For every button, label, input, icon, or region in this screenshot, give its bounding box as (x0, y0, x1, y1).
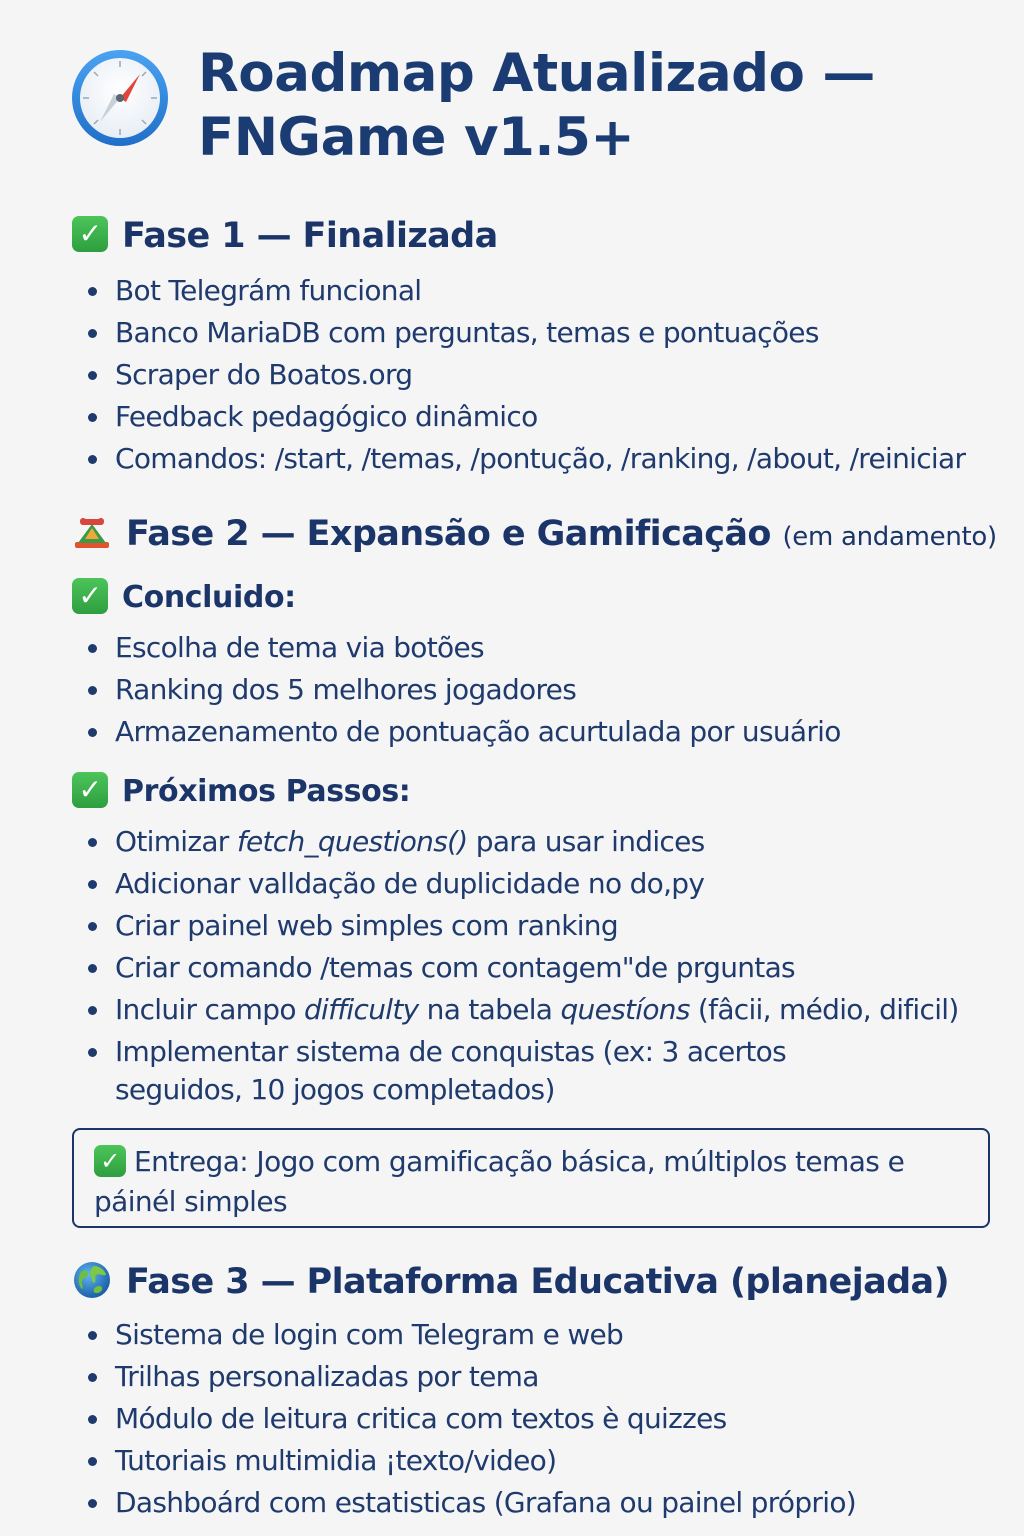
list-item: Adicionar valldação de duplicidade no do… (85, 863, 995, 905)
list-item: Comandos: /start, /temas, /pontução, /ra… (85, 438, 995, 480)
phase2-status: (em andamento) (782, 522, 997, 552)
item-text: para usar indices (467, 825, 706, 858)
roadmap-document: Roadmap Atualizado — FNGame v1.5+ ✓ Fase … (0, 0, 1024, 1536)
list-item: Criar painel web simples com ranking (85, 905, 995, 947)
compass-icon (70, 48, 170, 148)
globe-icon (72, 1260, 112, 1300)
list-item: Incluir campo difficulty na tabela quest… (85, 989, 995, 1031)
item-text: Otimizar (115, 825, 237, 858)
list-item: Criar comando /temas com contagem"de prg… (85, 947, 995, 989)
field-name: difficulty (303, 993, 419, 1026)
phase1-heading: ✓ Fase 1 — Finalizada (72, 214, 498, 258)
list-item: Scraper do Boatos.org (85, 354, 995, 396)
list-item: Trilhas personalizadas por tema (85, 1356, 995, 1398)
done-list: Escolha de tema via botões Ranking dos 5… (85, 627, 995, 753)
list-item: Banco MariaDB com perguntas, temas e pon… (85, 312, 995, 354)
check-mark-icon: ✓ (94, 1145, 126, 1177)
list-item: Tutoriais multimidia ¡texto/video) (85, 1440, 995, 1482)
code-function: fetch_questions() (236, 825, 468, 858)
phase3-title: Fase 3 — Plataforma Educativa (planejada… (126, 1262, 950, 1302)
cake-icon (72, 512, 112, 552)
item-text: na tabela (418, 993, 561, 1026)
done-heading: ✓ Concluido: (72, 577, 296, 618)
phase2-title: Fase 2 — Expansão e Gamificação (126, 514, 771, 554)
page-title: Roadmap Atualizado — FNGame v1.5+ (198, 43, 875, 168)
header: Roadmap Atualizado — FNGame v1.5+ (70, 40, 970, 180)
list-item: Módulo de leitura critica com textos è q… (85, 1398, 995, 1440)
next-steps-heading: ✓ Próximos Passos: (72, 771, 411, 812)
delivery-text: Entrega: Jogo com gamificação básica, mú… (94, 1145, 905, 1218)
phase3-list: Sistema de login com Telegram e web Tril… (85, 1314, 995, 1524)
phase2-heading: Fase 2 — Expansão e Gamificação (em anda… (72, 512, 997, 559)
phase1-title: Fase 1 — Finalizada (122, 216, 498, 256)
phase1-list: Bot Telegrám funcional Banco MariaDB com… (85, 270, 995, 480)
check-mark-icon: ✓ (72, 771, 108, 808)
list-item: Implementar sistema de conquistas (ex: 3… (85, 1031, 915, 1109)
delivery-box: ✓ Entrega: Jogo com gamificação básica, m… (72, 1128, 990, 1228)
item-text: Incluir campo (115, 993, 304, 1026)
list-item: Dashboárd com estatisticas (Grafana ou p… (85, 1482, 995, 1524)
check-mark-icon: ✓ (72, 216, 108, 252)
list-item: Escolha de tema via botões (85, 627, 995, 669)
list-item: Sistema de login com Telegram e web (85, 1314, 995, 1356)
table-name: questíons (560, 993, 690, 1026)
item-text: (fâcii, médio, dificil) (689, 993, 959, 1026)
list-item: Otimizar fetch_questions() para usar ind… (85, 821, 995, 863)
list-item: Armazenamento de pontuação acurtulada po… (85, 711, 995, 753)
list-item: Feedback pedagógico dinâmico (85, 396, 995, 438)
list-item: Bot Telegrám funcional (85, 270, 995, 312)
list-item: Ranking dos 5 melhores jogadores (85, 669, 995, 711)
next-steps-list: Otimizar fetch_questions() para usar ind… (85, 821, 995, 1109)
next-steps-title: Próximos Passos: (122, 774, 411, 809)
check-mark-icon: ✓ (72, 577, 108, 614)
done-title: Concluido: (122, 580, 296, 615)
phase3-heading: Fase 3 — Plataforma Educativa (planejada… (72, 1260, 950, 1304)
